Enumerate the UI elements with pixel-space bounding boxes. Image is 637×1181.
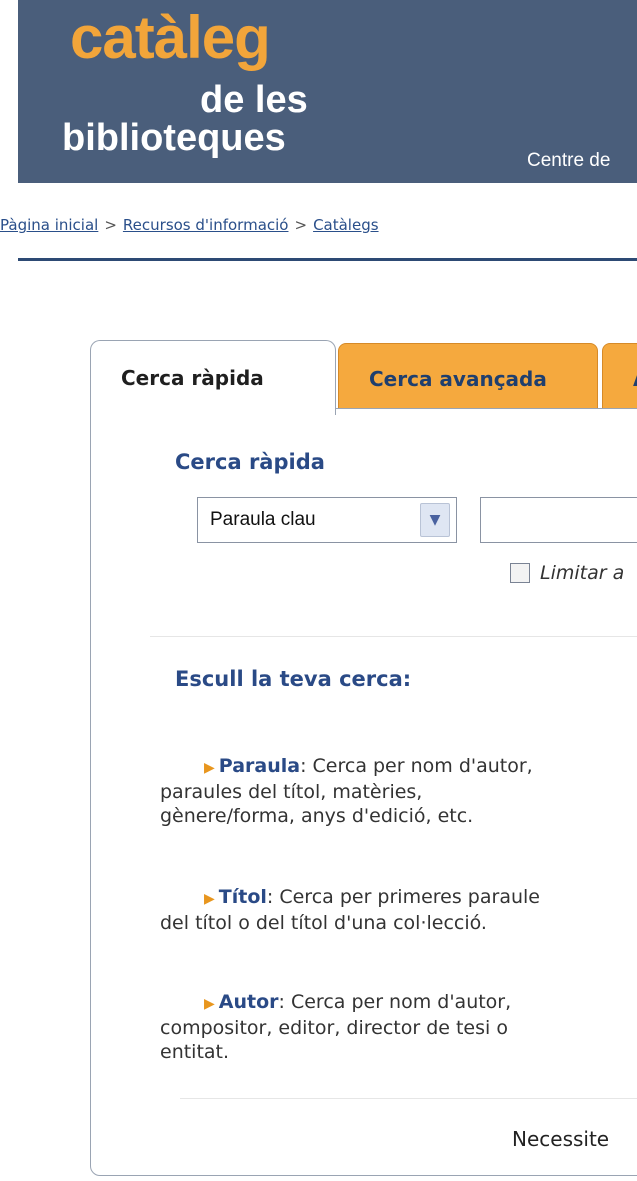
breadcrumb-home-link[interactable]: Pàgina inicial: [0, 216, 98, 234]
logo-title[interactable]: catàleg: [70, 8, 271, 68]
limit-option: Limitar a: [510, 562, 624, 584]
search-option-paraula: ▶ Paraula: Cerca per nom d'autor, paraule…: [160, 754, 637, 828]
limit-checkbox[interactable]: [510, 563, 530, 583]
header-centre-text: Centre de: [527, 150, 611, 171]
triangle-right-icon: ▶: [204, 760, 215, 776]
breadcrumb: Pàgina inicial > Recursos d'informació > Cat…: [0, 216, 379, 234]
section-divider: [180, 1098, 637, 1099]
tab-advanced-search[interactable]: Cerca avançada: [338, 343, 598, 413]
tab-quick-search[interactable]: Cerca ràpida: [90, 340, 336, 415]
breadcrumb-catalogs-link[interactable]: Catàlegs: [313, 216, 378, 234]
logo-subtitle-2[interactable]: biblioteques: [62, 118, 286, 158]
breadcrumb-separator: >: [104, 216, 117, 234]
option-term[interactable]: Títol: [219, 886, 267, 908]
option-term[interactable]: Autor: [219, 991, 279, 1013]
triangle-right-icon: ▶: [204, 996, 215, 1012]
search-type-select[interactable]: Paraula clau ▼: [197, 497, 457, 543]
option-desc-line: entitat.: [160, 1041, 230, 1063]
option-term[interactable]: Paraula: [219, 755, 300, 777]
breadcrumb-resources-link[interactable]: Recursos d'informació: [123, 216, 289, 234]
option-desc-line: : Cerca per primeres paraule: [266, 886, 540, 908]
triangle-right-icon: ▶: [204, 891, 215, 907]
option-desc-line: : Cerca per nom d'autor,: [300, 755, 533, 777]
option-desc-line: del títol o del títol d'una col·lecció.: [160, 912, 487, 934]
limit-label: Limitar a: [540, 562, 625, 584]
section-divider: [150, 636, 637, 637]
breadcrumb-separator: >: [294, 216, 308, 234]
help-text: Necessite: [512, 1127, 610, 1151]
logo-subtitle-1[interactable]: de les: [200, 80, 308, 120]
quick-search-title: Cerca ràpida: [175, 450, 325, 474]
tab-third[interactable]: A: [602, 343, 637, 413]
option-desc-line: compositor, editor, director de tesi o: [160, 1017, 508, 1039]
option-desc-line: gènere/forma, anys d'edició, etc.: [160, 805, 474, 827]
header-divider: [18, 258, 637, 261]
option-desc-line: : Cerca per nom d'autor,: [278, 991, 512, 1013]
site-header: catàleg de les biblioteques Centre de: [18, 0, 637, 183]
chevron-down-icon[interactable]: ▼: [420, 503, 450, 537]
choose-search-title: Escull la teva cerca:: [175, 667, 412, 691]
search-type-value: Paraula clau: [210, 509, 316, 530]
search-option-titol: ▶ Títol: Cerca per primeres paraule del t…: [160, 885, 637, 935]
option-desc-line: paraules del títol, matèries,: [160, 781, 423, 803]
search-input[interactable]: [480, 497, 637, 543]
search-option-autor: ▶ Autor: Cerca per nom d'autor, composito…: [160, 990, 637, 1064]
